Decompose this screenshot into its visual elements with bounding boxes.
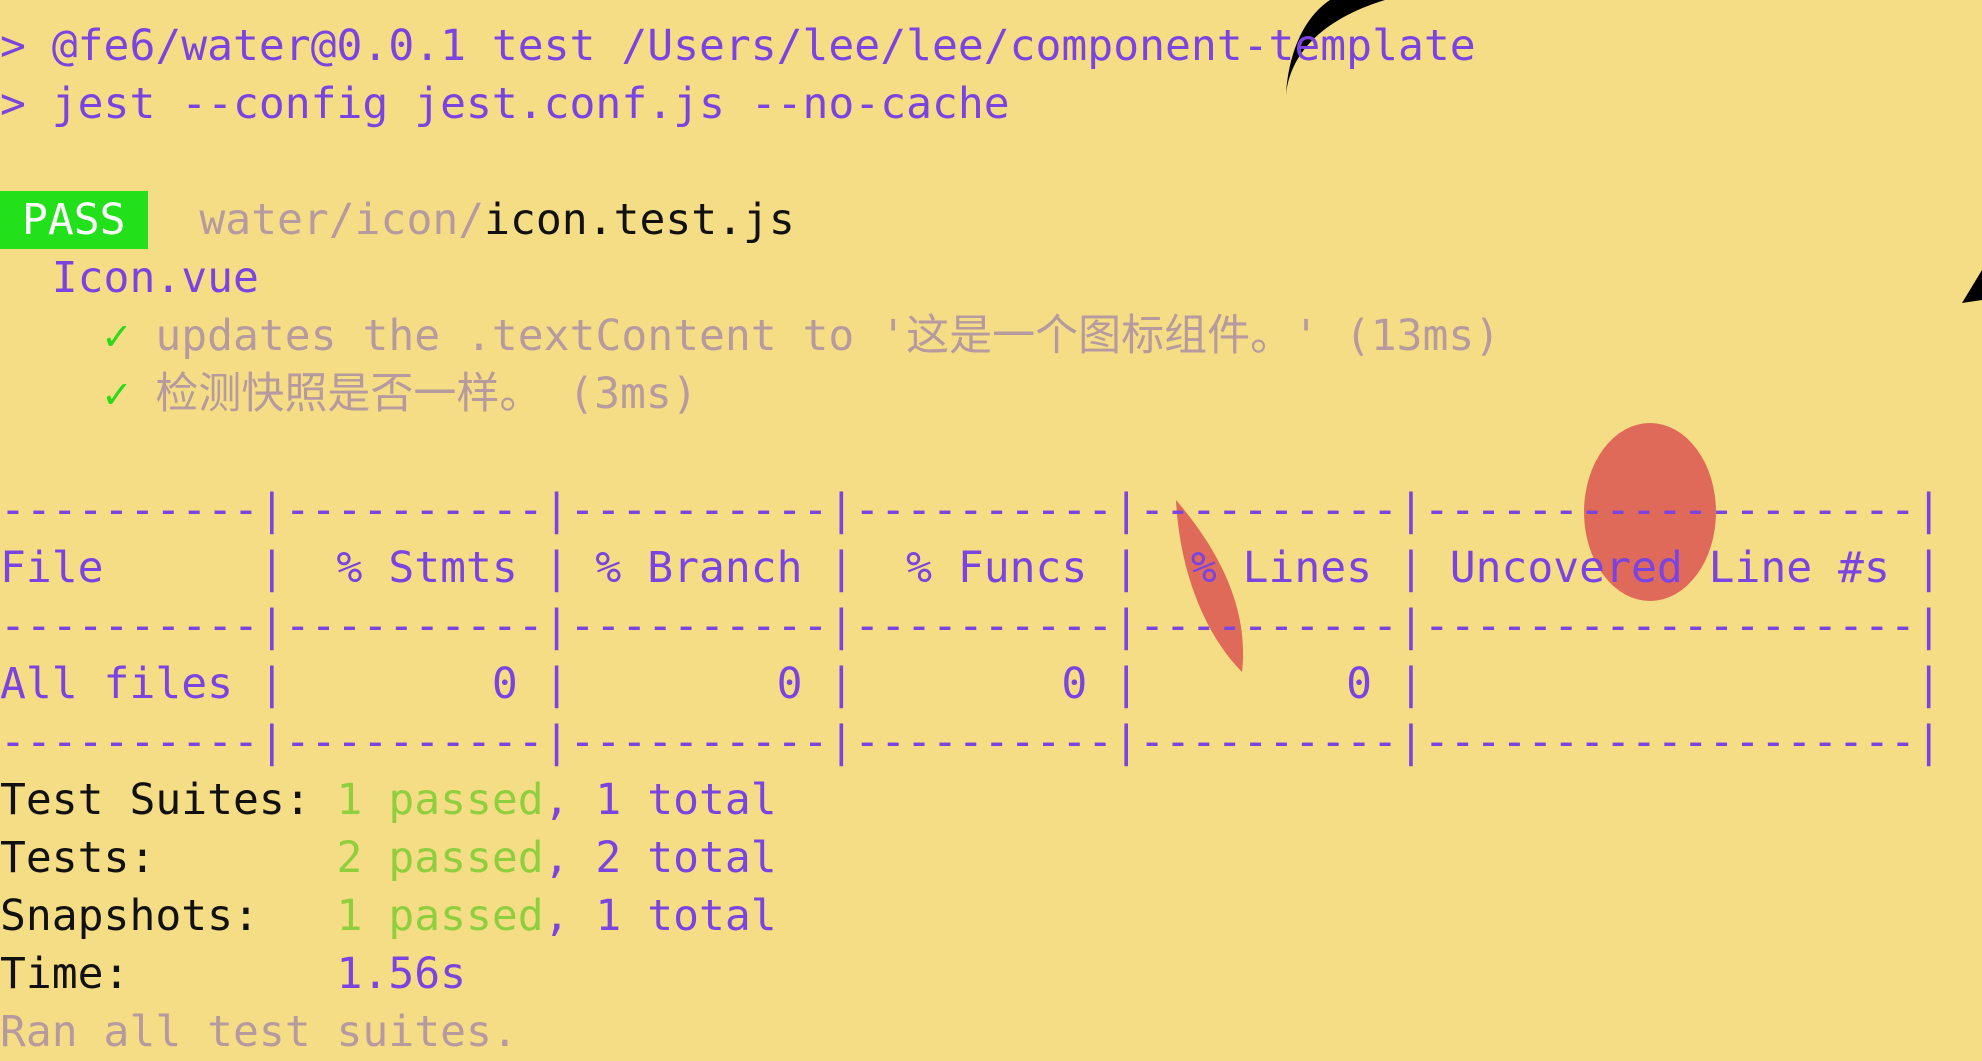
test-case-1: ✓ updates the .textContent to '这是一个图标组件。… bbox=[0, 307, 1501, 365]
black-corner-shape bbox=[1962, 270, 1982, 303]
coverage-separator-mid: ----------|----------|----------|-------… bbox=[0, 601, 1942, 651]
test-case-text: 检测快照是否一样。 (3ms) bbox=[155, 369, 698, 419]
checkmark-icon: ✓ bbox=[103, 369, 130, 419]
footer-message: Ran all test suites. bbox=[0, 1007, 518, 1057]
summary-total: , 1 total bbox=[543, 775, 777, 825]
summary-tests: Tests: 2 passed, 2 total bbox=[0, 829, 777, 887]
test-case-2: ✓ 检测快照是否一样。 (3ms) bbox=[0, 365, 698, 423]
summary-passed: 2 passed bbox=[336, 833, 544, 883]
pass-badge: PASS bbox=[0, 191, 148, 249]
suite-name-label: Icon.vue bbox=[51, 253, 259, 303]
summary-total: , 1 total bbox=[543, 891, 777, 941]
summary-snapshots: Snapshots: 1 passed, 1 total bbox=[0, 887, 777, 945]
coverage-separator-top: ----------|----------|----------|-------… bbox=[0, 485, 1942, 535]
summary-label: Time: bbox=[0, 949, 337, 999]
checkmark-icon: ✓ bbox=[103, 311, 130, 361]
summary-label: Tests: bbox=[0, 833, 337, 883]
command-line-1: > @fe6/water@0.0.1 test /Users/lee/lee/c… bbox=[0, 21, 1476, 71]
command-line-2: > jest --config jest.conf.js --no-cache bbox=[0, 79, 1010, 129]
summary-label: Snapshots: bbox=[0, 891, 337, 941]
summary-time: Time: 1.56s bbox=[0, 945, 466, 1003]
summary-passed: 1 passed bbox=[336, 775, 544, 825]
summary-total: , 2 total bbox=[543, 833, 777, 883]
test-file-name: icon.test.js bbox=[484, 195, 795, 245]
coverage-header-row: File | % Stmts | % Branch | % Funcs | % … bbox=[0, 543, 1942, 593]
summary-passed: 1 passed bbox=[336, 891, 544, 941]
test-case-text: updates the .textContent to '这是一个图标组件。' … bbox=[155, 311, 1501, 361]
summary-test-suites: Test Suites: 1 passed, 1 total bbox=[0, 771, 777, 829]
coverage-separator-bottom: ----------|----------|----------|-------… bbox=[0, 717, 1942, 767]
summary-label: Test Suites: bbox=[0, 775, 337, 825]
suite-name: Icon.vue bbox=[0, 249, 259, 307]
test-file-result: PASS water/icon/icon.test.js bbox=[0, 191, 795, 249]
coverage-data-row: All files | 0 | 0 | 0 | 0 | | bbox=[0, 659, 1942, 709]
test-file-dir: water/icon/ bbox=[199, 195, 485, 245]
summary-time-value: 1.56s bbox=[336, 949, 466, 999]
